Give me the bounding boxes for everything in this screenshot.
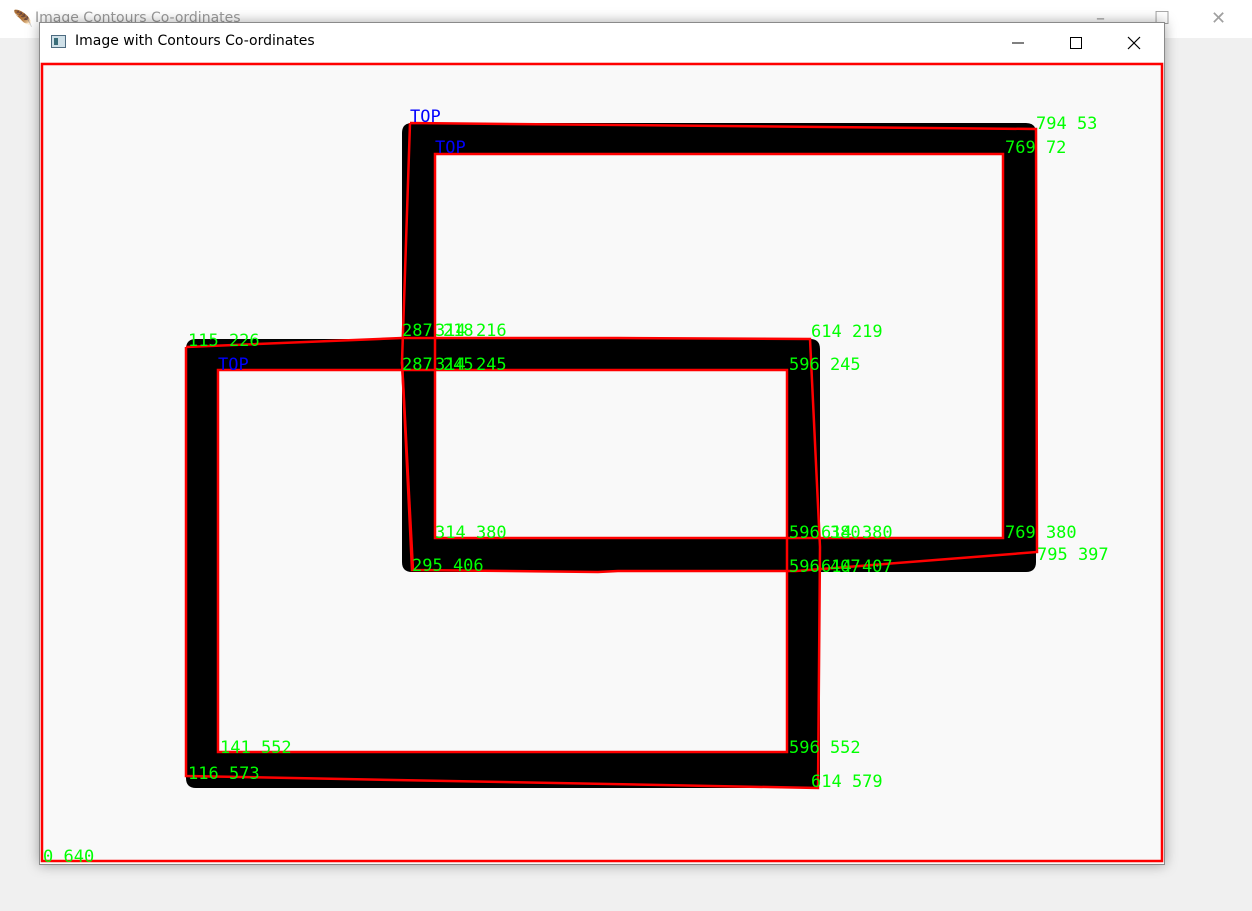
image-window: Image with Contours Co-ordinates TOP TOP… (39, 22, 1165, 865)
minimize-icon (1012, 42, 1024, 43)
coordinate-label: 314 216 (435, 321, 507, 341)
coordinate-label: 614 407 (821, 557, 893, 577)
coordinate-label: 794 53 (1036, 114, 1097, 134)
coordinate-label: 116 573 (188, 764, 260, 784)
coordinate-label: 614 380 (821, 523, 893, 543)
app-window-icon (51, 35, 66, 48)
coordinate-label: 115 226 (188, 331, 260, 351)
contour-image: TOP TOP TOP 794 53 769 72 287 218 314 21… (40, 62, 1164, 864)
coordinate-label: 141 552 (220, 738, 292, 758)
close-icon (1127, 36, 1141, 49)
coordinate-label: 795 397 (1037, 545, 1109, 565)
contour-image-canvas: TOP TOP TOP 794 53 769 72 287 218 314 21… (40, 62, 1164, 864)
maximize-button[interactable] (1047, 23, 1105, 62)
coordinate-label: 596 552 (789, 738, 861, 758)
top-label: TOP (410, 107, 441, 127)
top-label: TOP (435, 138, 466, 158)
maximize-icon (1070, 36, 1082, 49)
close-button[interactable] (1105, 23, 1163, 62)
coordinate-label: 614 579 (811, 772, 883, 792)
coordinate-label: 314 380 (435, 523, 507, 543)
coordinate-label: 614 219 (811, 322, 883, 342)
coordinate-label: 314 245 (435, 355, 507, 375)
window-titlebar[interactable]: Image with Contours Co-ordinates (40, 23, 1164, 62)
coordinate-label: 769 72 (1005, 138, 1066, 158)
coordinate-label: 769 380 (1005, 523, 1077, 543)
coordinate-label: 295 406 (412, 556, 484, 576)
feather-icon: 🪶 (13, 9, 33, 28)
close-icon[interactable]: ✕ (1211, 8, 1226, 29)
coordinate-label: 0 640 (43, 847, 94, 864)
coordinate-label: 596 245 (789, 355, 861, 375)
window-title: Image with Contours Co-ordinates (75, 33, 315, 49)
top-label: TOP (218, 355, 249, 375)
minimize-button[interactable] (989, 23, 1047, 62)
